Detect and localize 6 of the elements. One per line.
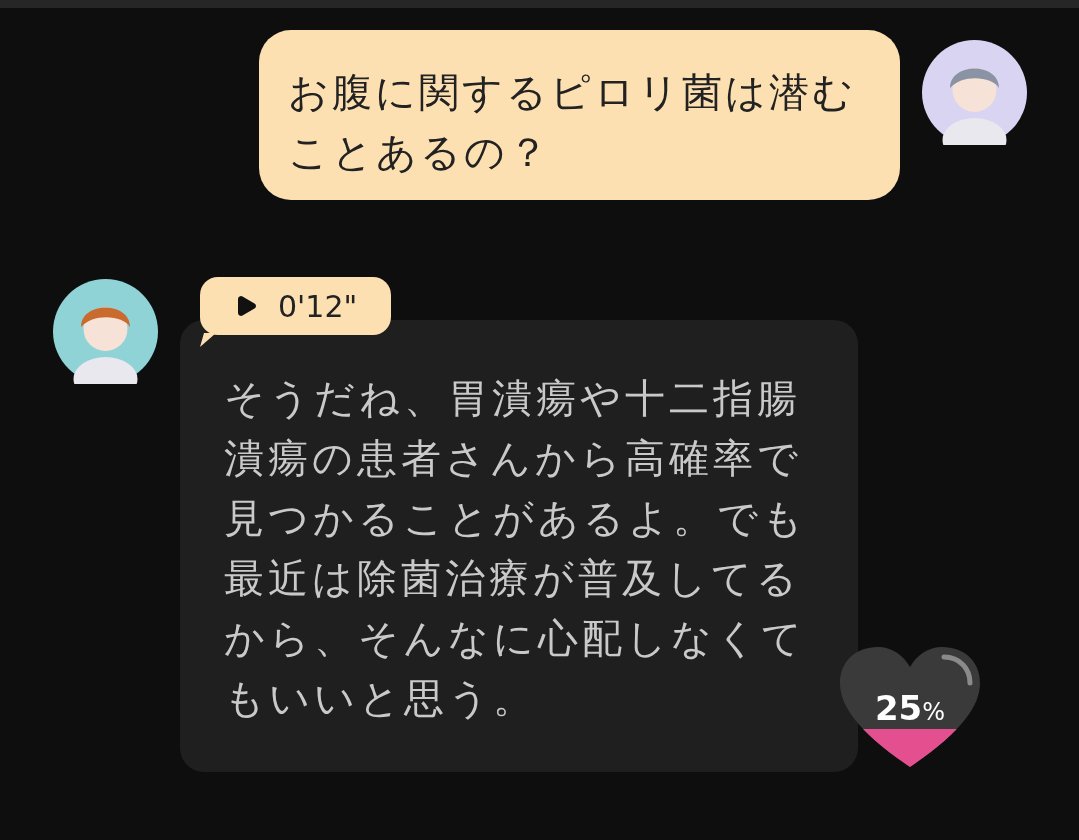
- speech-tail: [200, 333, 216, 347]
- affection-value: 25: [874, 687, 923, 730]
- message-text: そうだね、胃潰瘍や十二指腸潰瘍の患者さんから高確率で見つかることがあるよ。でも最近は除菌治療が普及してるから、そんなに心配しなくてもいいと思う。: [224, 374, 808, 723]
- affection-unit: %: [922, 697, 946, 728]
- message-text: お腹に関するピロリ菌は潜むことあるの？: [288, 68, 857, 177]
- voice-play-button[interactable]: 0'12": [200, 277, 392, 335]
